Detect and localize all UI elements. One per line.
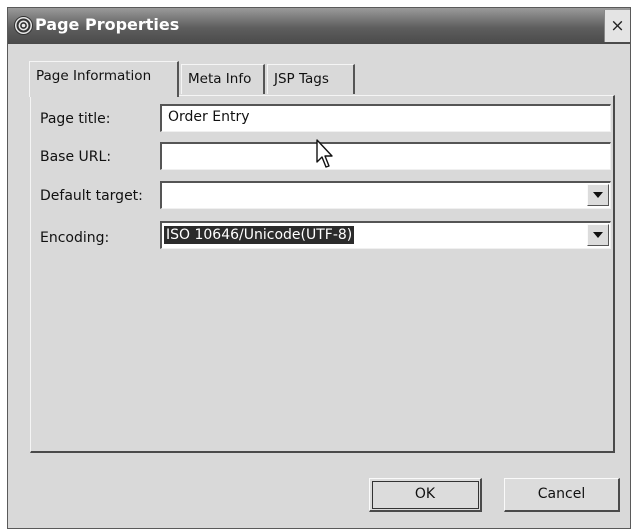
close-button[interactable]: ×: [604, 10, 630, 42]
ok-button[interactable]: OK: [369, 478, 482, 512]
encoding-dropdown-button[interactable]: [587, 224, 609, 246]
default-target-select[interactable]: [160, 181, 611, 209]
page-title-input[interactable]: Order Entry: [160, 104, 611, 132]
page-properties-dialog: Page Properties × Page Information Meta …: [7, 7, 631, 529]
encoding-select[interactable]: ISO 10646/Unicode(UTF-8): [160, 221, 611, 249]
encoding-value: ISO 10646/Unicode(UTF-8): [164, 226, 355, 244]
tab-meta-info[interactable]: Meta Info: [181, 64, 265, 94]
tab-page-information[interactable]: Page Information: [29, 61, 179, 97]
page-title-label: Page title:: [40, 111, 111, 127]
chevron-down-icon: [593, 232, 603, 238]
chevron-down-icon: [593, 192, 603, 198]
default-target-dropdown-button[interactable]: [587, 184, 609, 206]
title-bar[interactable]: Page Properties ×: [8, 8, 630, 44]
base-url-label: Base URL:: [40, 149, 112, 165]
default-target-label: Default target:: [40, 188, 143, 204]
app-logo-icon: [14, 16, 33, 35]
base-url-input[interactable]: [160, 142, 611, 170]
dialog-title: Page Properties: [35, 15, 180, 34]
cancel-button[interactable]: Cancel: [504, 478, 620, 512]
encoding-label: Encoding:: [40, 230, 110, 246]
tab-jsp-tags[interactable]: JSP Tags: [267, 64, 355, 94]
